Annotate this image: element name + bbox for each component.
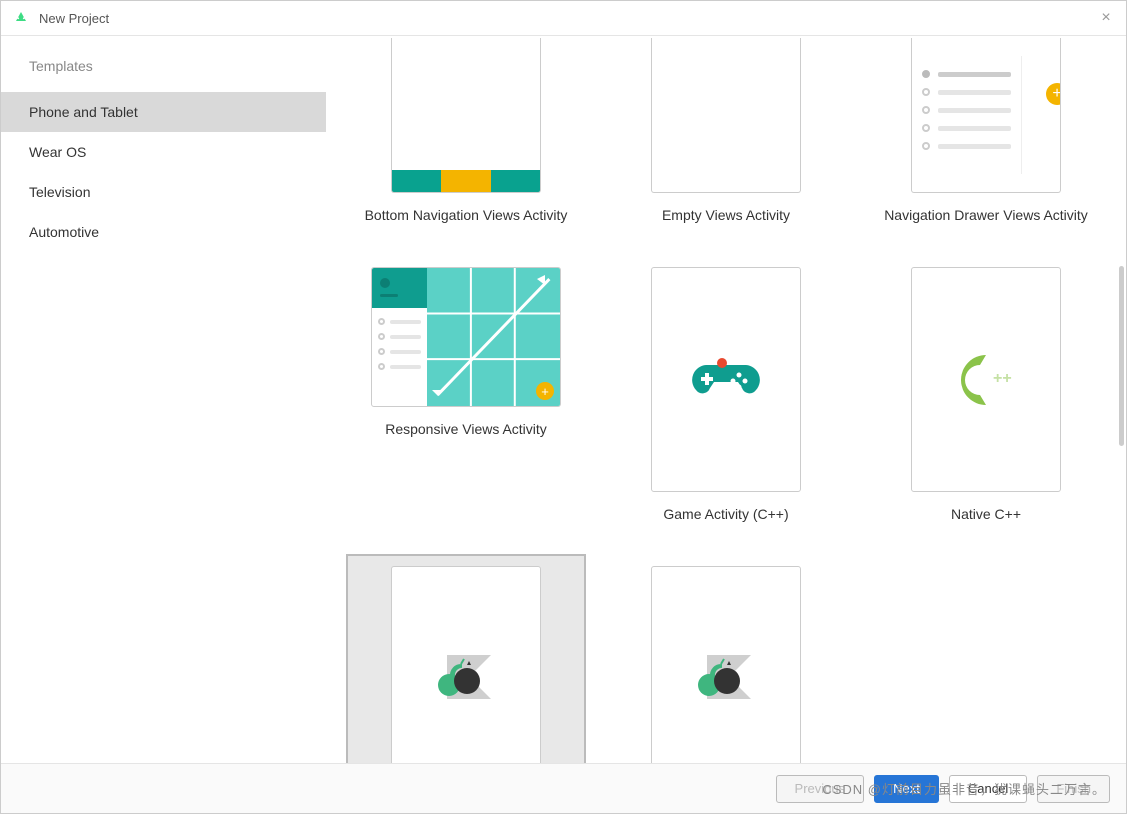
- cancel-button[interactable]: Cancel: [949, 775, 1027, 803]
- finish-button[interactable]: Finish: [1037, 775, 1110, 803]
- sidebar-item-label: Television: [29, 184, 90, 200]
- button-label: Next: [893, 781, 920, 796]
- window-title: New Project: [39, 11, 1098, 26]
- template-game-activity[interactable]: Game Activity (C++): [606, 255, 846, 534]
- fab-icon: +: [536, 382, 554, 400]
- template-label: Navigation Drawer Views Activity: [884, 207, 1088, 223]
- button-label: Finish: [1056, 781, 1091, 796]
- template-native-cpp[interactable]: ++ Native C++: [866, 255, 1106, 534]
- sidebar-item-television[interactable]: Television: [1, 172, 326, 212]
- next-button[interactable]: Next: [874, 775, 939, 803]
- template-label: Empty Views Activity: [662, 207, 790, 223]
- sidebar-item-automotive[interactable]: Automotive: [1, 212, 326, 252]
- template-label: Bottom Navigation Views Activity: [365, 207, 568, 223]
- button-label: Cancel: [968, 781, 1008, 796]
- templates-pane: Bottom Navigation Views Activity Empty V…: [326, 36, 1126, 763]
- svg-text:++: ++: [993, 370, 1012, 387]
- template-thumbnail: [651, 267, 801, 492]
- sidebar-item-label: Phone and Tablet: [29, 104, 138, 120]
- template-bottom-navigation[interactable]: Bottom Navigation Views Activity: [346, 36, 586, 235]
- sidebar-item-phone-and-tablet[interactable]: Phone and Tablet: [1, 92, 326, 132]
- template-thumbnail: +: [371, 267, 561, 407]
- sidebar-header: Templates: [1, 36, 326, 92]
- sidebar-item-label: Wear OS: [29, 144, 86, 160]
- template-label: Native C++: [951, 506, 1021, 522]
- scrollbar[interactable]: [1119, 266, 1124, 446]
- template-kotlin-multiplatform-app[interactable]: Kotlin Multiplatform App: [346, 554, 586, 763]
- sidebar: Templates Phone and Tablet Wear OS Telev…: [1, 36, 326, 763]
- template-thumbnail: [391, 566, 541, 763]
- close-icon[interactable]: ×: [1098, 10, 1114, 26]
- template-thumbnail: [391, 38, 541, 193]
- titlebar: New Project ×: [1, 1, 1126, 36]
- body: Templates Phone and Tablet Wear OS Telev…: [1, 36, 1126, 763]
- previous-button[interactable]: Previous: [776, 775, 865, 803]
- button-label: Previous: [795, 781, 846, 796]
- template-thumbnail: [651, 566, 801, 763]
- sidebar-item-wear-os[interactable]: Wear OS: [1, 132, 326, 172]
- fab-icon: +: [1046, 83, 1061, 105]
- template-label: Responsive Views Activity: [385, 421, 547, 437]
- footer: Previous Next Cancel Finish: [1, 763, 1126, 813]
- template-navigation-drawer[interactable]: + Navigation Drawer Views Activity: [866, 36, 1106, 235]
- kmp-logo-icon: [693, 651, 759, 707]
- template-kotlin-multiplatform-library[interactable]: Kotlin Multiplatform Library: [606, 554, 846, 763]
- kmp-logo-icon: [433, 651, 499, 707]
- android-studio-logo-icon: [13, 9, 29, 28]
- template-thumbnail: ++: [911, 267, 1061, 492]
- template-thumbnail: [651, 38, 801, 193]
- cpp-icon: ++: [941, 345, 1031, 415]
- template-responsive-views[interactable]: + Responsive Views Activity: [346, 255, 586, 534]
- sidebar-item-label: Automotive: [29, 224, 99, 240]
- template-thumbnail: +: [911, 38, 1061, 193]
- new-project-window: New Project × Templates Phone and Tablet…: [0, 0, 1127, 814]
- gamepad-icon: [691, 355, 761, 405]
- template-label: Game Activity (C++): [663, 506, 788, 522]
- templates-grid: Bottom Navigation Views Activity Empty V…: [346, 36, 1106, 763]
- template-empty-views[interactable]: Empty Views Activity: [606, 36, 846, 235]
